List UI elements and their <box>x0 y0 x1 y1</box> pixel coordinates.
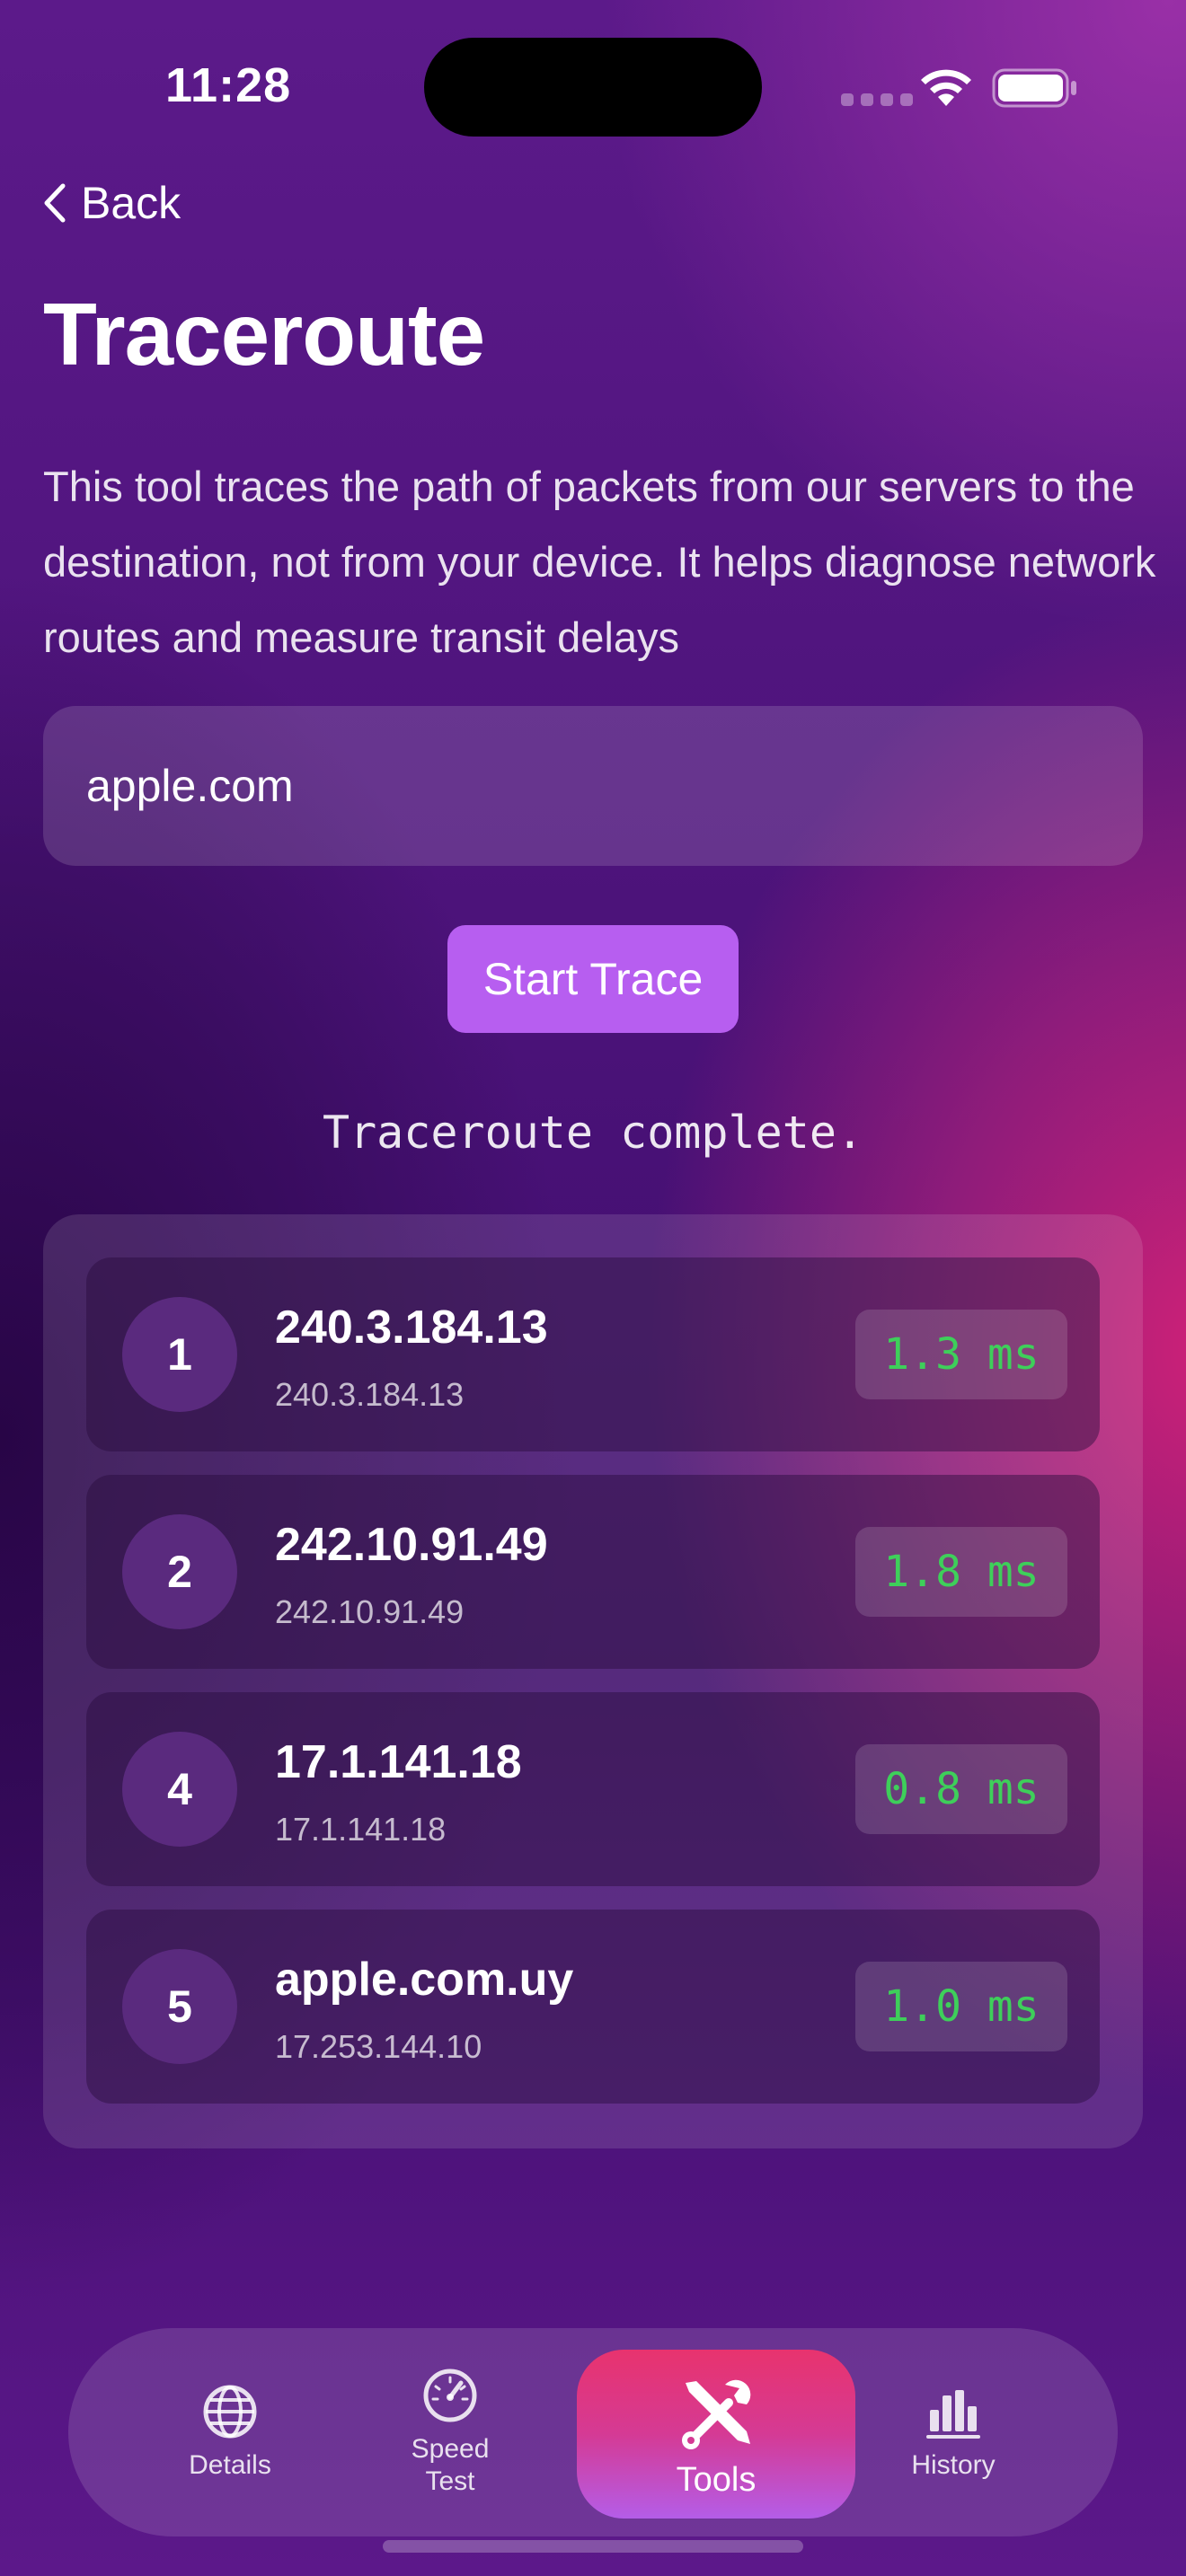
status-time: 11:28 <box>165 58 292 112</box>
hop-host: apple.com.uy <box>275 1954 574 2006</box>
back-button[interactable]: Back <box>41 176 181 230</box>
home-indicator <box>383 2540 803 2553</box>
tools-icon <box>682 2379 751 2449</box>
hop-host: 242.10.91.49 <box>275 1519 548 1571</box>
host-input[interactable] <box>43 706 1143 866</box>
bar-chart-icon <box>926 2390 980 2439</box>
hop-ip: 240.3.184.13 <box>275 1376 465 1413</box>
tab-details[interactable]: Details <box>122 2328 338 2536</box>
battery-icon <box>992 68 1076 108</box>
hop-latency: 1.8 ms <box>855 1527 1067 1617</box>
tab-label: Speed Test <box>411 2434 490 2496</box>
hop-latency: 1.0 ms <box>855 1962 1067 2051</box>
globe-icon <box>203 2385 257 2439</box>
hop-number: 5 <box>122 1949 237 2064</box>
page-title: Traceroute <box>43 285 485 384</box>
hop-row: 1 240.3.184.13 240.3.184.13 1.3 ms <box>86 1257 1100 1451</box>
tab-tools[interactable]: Tools <box>577 2350 855 2519</box>
results-card: 1 240.3.184.13 240.3.184.13 1.3 ms 2 242… <box>43 1214 1143 2148</box>
tab-bar: Details Speed Test Tools History <box>68 2328 1118 2536</box>
hop-row: 5 apple.com.uy 17.253.144.10 1.0 ms <box>86 1910 1100 2104</box>
hop-host: 240.3.184.13 <box>275 1301 548 1354</box>
tab-label: Tools <box>676 2461 757 2499</box>
page-description: This tool traces the path of packets fro… <box>43 463 1156 661</box>
start-trace-button[interactable]: Start Trace <box>447 925 739 1033</box>
tab-history[interactable]: History <box>868 2328 1039 2536</box>
hop-latency: 0.8 ms <box>855 1744 1067 1834</box>
hop-ip: 242.10.91.49 <box>275 1593 465 1630</box>
hop-ip: 17.253.144.10 <box>275 2028 482 2065</box>
hop-host: 17.1.141.18 <box>275 1736 522 1788</box>
status-bar: 11:28 <box>0 0 1186 171</box>
hop-row: 4 17.1.141.18 17.1.141.18 0.8 ms <box>86 1692 1100 1886</box>
speedometer-icon <box>423 2369 477 2422</box>
hop-number: 2 <box>122 1514 237 1629</box>
back-label: Back <box>81 178 181 228</box>
hop-number: 4 <box>122 1732 237 1847</box>
wifi-icon <box>921 69 971 106</box>
trace-status-text: Traceroute complete. <box>322 1107 864 1159</box>
hop-row: 2 242.10.91.49 242.10.91.49 1.8 ms <box>86 1475 1100 1669</box>
hop-ip: 17.1.141.18 <box>275 1811 447 1848</box>
tab-label: Details <box>189 2450 271 2480</box>
dynamic-island <box>424 38 762 137</box>
signal-icon <box>841 93 913 106</box>
hop-latency: 1.3 ms <box>855 1310 1067 1399</box>
tab-label: History <box>911 2450 996 2480</box>
tab-speed-test[interactable]: Speed Test <box>365 2328 535 2536</box>
hop-number: 1 <box>122 1297 237 1412</box>
chevron-left-icon <box>44 183 66 223</box>
